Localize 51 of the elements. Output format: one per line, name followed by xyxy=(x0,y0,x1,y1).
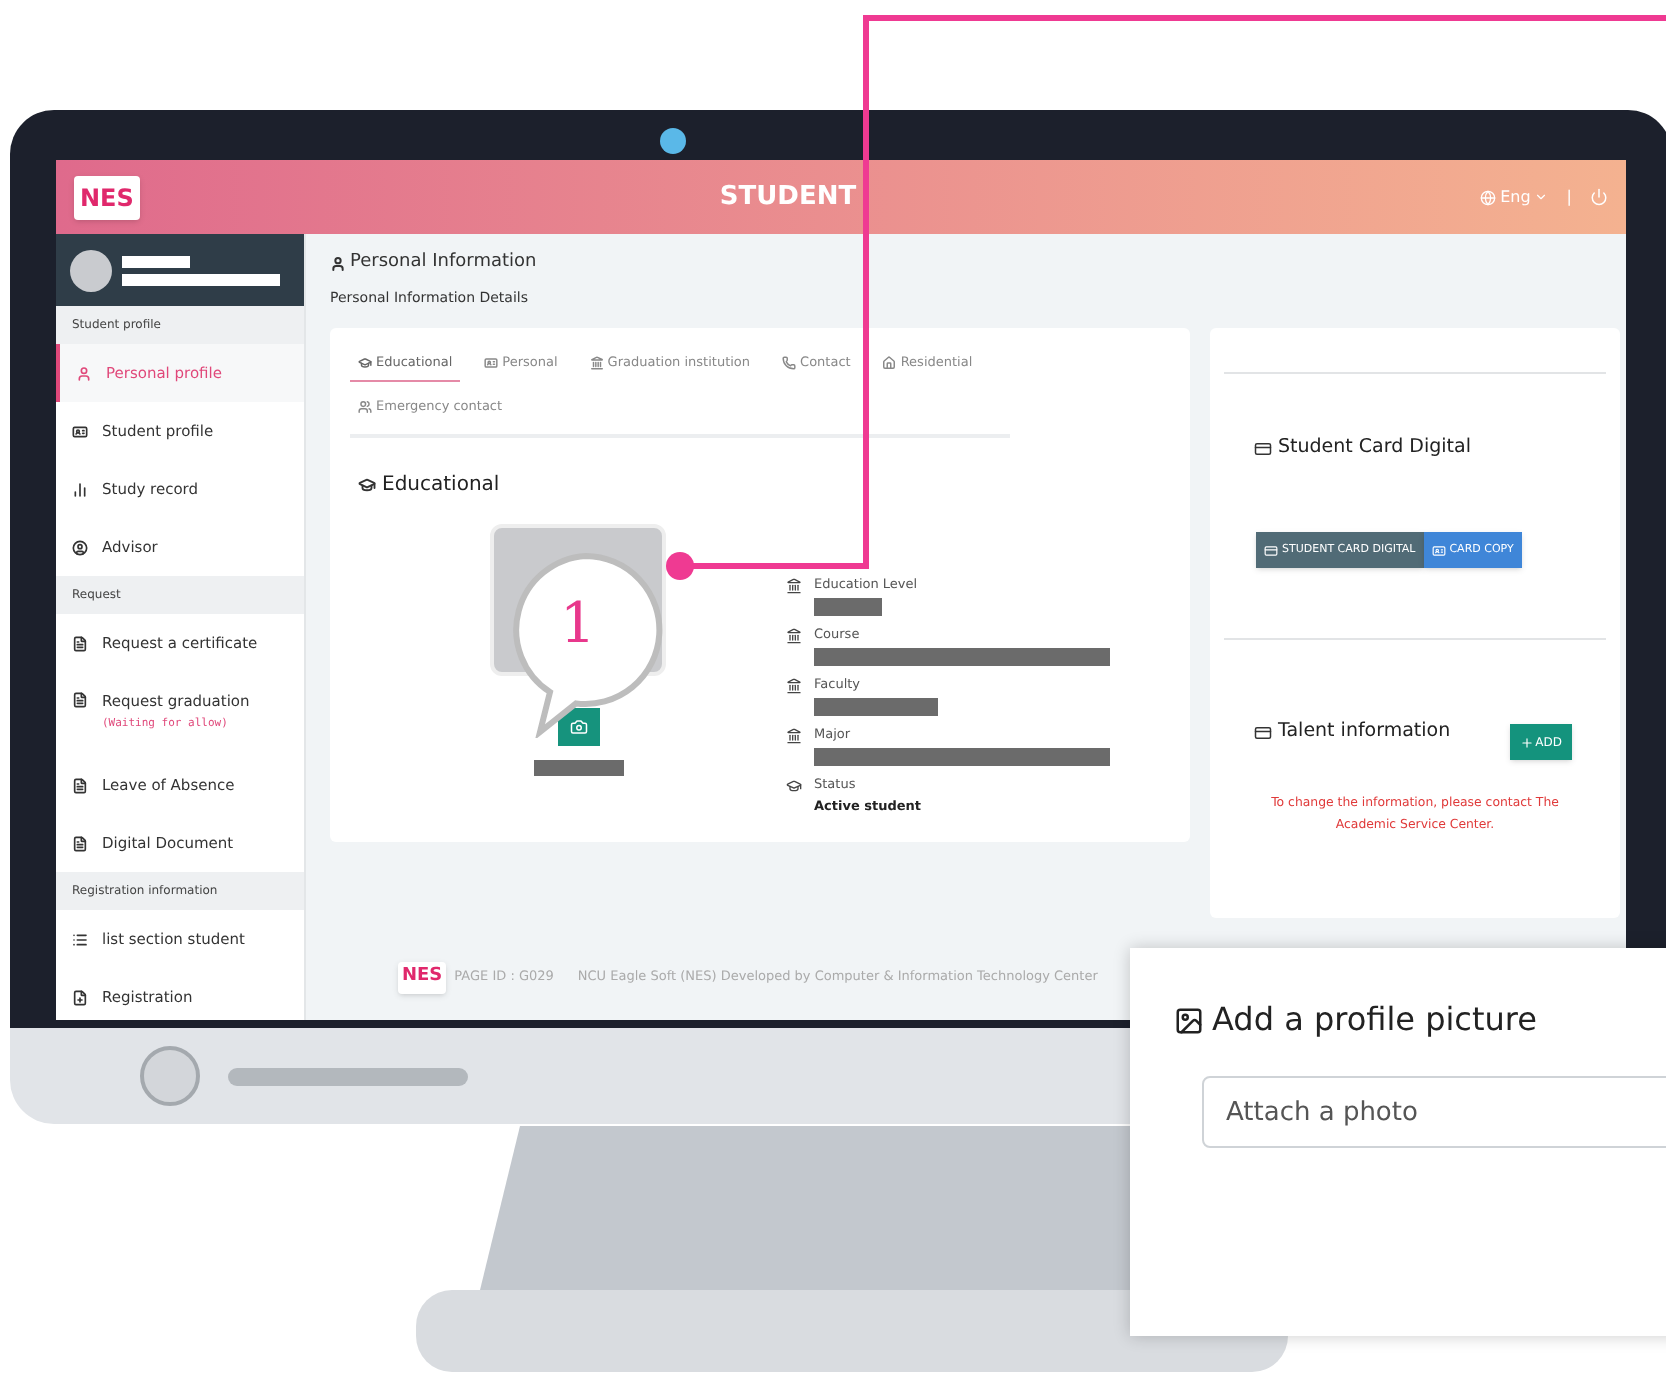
id-card-icon xyxy=(484,356,499,371)
graduation-cap-icon xyxy=(358,475,376,493)
graduation-cap-icon xyxy=(358,356,372,371)
document-icon xyxy=(72,836,88,852)
phone-icon xyxy=(782,356,797,371)
redacted-name xyxy=(122,255,190,267)
person-icon xyxy=(76,366,92,382)
bank-icon xyxy=(786,627,802,643)
bank-icon xyxy=(589,356,604,371)
bank-icon xyxy=(786,727,802,743)
image-icon xyxy=(1174,1005,1204,1035)
redacted-value xyxy=(814,598,882,617)
globe-icon xyxy=(1480,189,1497,205)
bank-icon xyxy=(786,677,802,693)
redacted-text xyxy=(533,759,623,775)
house-icon xyxy=(882,356,897,371)
logo: NES xyxy=(398,962,447,994)
document-plus-icon xyxy=(72,990,88,1006)
camera-icon xyxy=(569,717,587,735)
separator: | xyxy=(1566,185,1572,209)
app-title: STUDENT xyxy=(717,179,859,216)
photo-input-field[interactable]: Attach a photo xyxy=(1202,1076,1666,1148)
id-card-icon xyxy=(1431,543,1446,558)
document-icon xyxy=(72,778,88,794)
speaker-slot-icon xyxy=(228,1067,468,1085)
bank-icon xyxy=(786,577,802,593)
card-icon xyxy=(1254,723,1272,742)
plus-icon xyxy=(1519,735,1534,750)
document-icon xyxy=(72,692,88,708)
card-section-title: Student Card Digital xyxy=(1278,434,1471,462)
power-button-icon xyxy=(140,1046,200,1106)
talent-title: Talent information xyxy=(1278,718,1451,747)
person-icon xyxy=(330,255,346,272)
graduation-cap-icon xyxy=(786,777,802,793)
section-title: Educational xyxy=(382,471,500,499)
people-icon xyxy=(358,400,372,415)
logo: NES xyxy=(74,175,140,219)
list-icon xyxy=(72,932,88,948)
id-card-icon xyxy=(72,424,88,440)
page-title: Personal Information xyxy=(350,250,537,276)
callout-number: 1 xyxy=(560,590,596,658)
camera-icon xyxy=(660,128,686,154)
card-icon xyxy=(1254,439,1272,458)
card-icon xyxy=(1264,543,1278,558)
document-icon xyxy=(72,636,88,652)
redacted-value xyxy=(814,698,938,717)
dialog-title: Add a profile picture xyxy=(1212,998,1537,1042)
caret-icon xyxy=(1534,190,1549,204)
avatar xyxy=(70,249,112,291)
user-circle-icon xyxy=(72,540,88,556)
bar-chart-icon xyxy=(72,482,88,498)
